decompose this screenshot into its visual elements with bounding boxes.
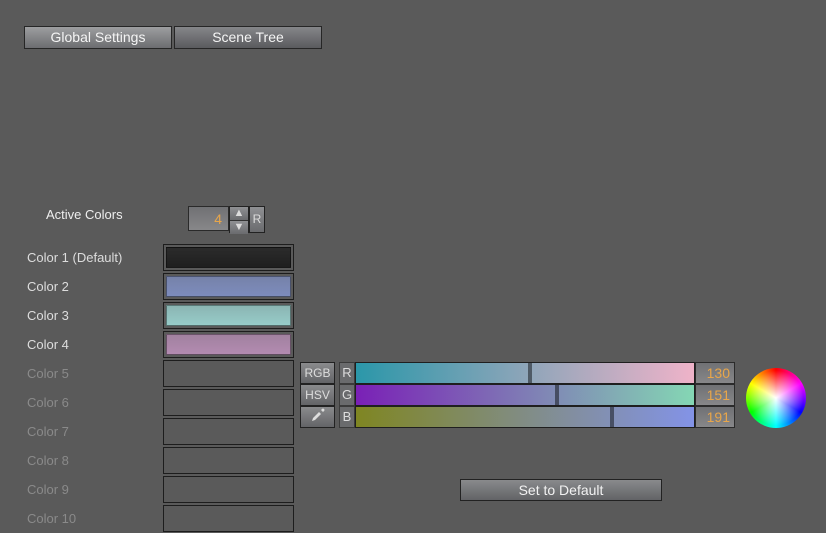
channel-value-input[interactable]: 151 bbox=[695, 384, 735, 406]
color-row: Color 7 bbox=[25, 417, 294, 446]
color-label: Color 6 bbox=[25, 395, 163, 410]
set-to-default-button[interactable]: Set to Default bbox=[460, 479, 662, 501]
color-swatch[interactable] bbox=[163, 302, 294, 329]
slider-thumb[interactable] bbox=[610, 407, 614, 427]
color-label: Color 8 bbox=[25, 453, 163, 468]
active-colors-label: Active Colors bbox=[46, 207, 123, 222]
rgb-mode-button[interactable]: RGB bbox=[300, 362, 335, 384]
color-label: Color 3 bbox=[25, 308, 163, 323]
color-row: Color 10 bbox=[25, 504, 294, 533]
tab-global-settings[interactable]: Global Settings bbox=[24, 26, 172, 49]
channel-value-input[interactable]: 191 bbox=[695, 406, 735, 428]
color-label: Color 9 bbox=[25, 482, 163, 497]
color-swatch bbox=[163, 418, 294, 445]
channel-row-r: R 130 bbox=[339, 362, 735, 384]
color-swatch-fill bbox=[166, 247, 291, 268]
color-swatch bbox=[163, 505, 294, 532]
color-swatch bbox=[163, 476, 294, 503]
color-swatch[interactable] bbox=[163, 331, 294, 358]
channel-row-b: B 191 bbox=[339, 406, 735, 428]
hsv-mode-button[interactable]: HSV bbox=[300, 384, 335, 406]
color-swatch-fill bbox=[166, 276, 291, 297]
channel-value-input[interactable]: 130 bbox=[695, 362, 735, 384]
channel-label: G bbox=[339, 384, 355, 406]
color-row: Color 9 bbox=[25, 475, 294, 504]
color-row: Color 3 bbox=[25, 301, 294, 330]
color-list: Color 1 (Default) Color 2 Color 3 Color 4 Co… bbox=[25, 243, 294, 533]
color-label: Color 4 bbox=[25, 337, 163, 352]
tab-bar: Global SettingsScene Tree bbox=[24, 26, 322, 49]
color-label: Color 5 bbox=[25, 366, 163, 381]
color-row: Color 1 (Default) bbox=[25, 243, 294, 272]
color-row: Color 6 bbox=[25, 388, 294, 417]
mode-buttons: RGB HSV bbox=[300, 362, 335, 428]
color-label: Color 7 bbox=[25, 424, 163, 439]
slider-thumb[interactable] bbox=[555, 385, 559, 405]
active-colors-field: 4 ▲ ▼ R bbox=[188, 206, 265, 233]
eyedropper-icon bbox=[310, 407, 326, 423]
channel-label: R bbox=[339, 362, 355, 384]
spinner-down-icon[interactable]: ▼ bbox=[230, 221, 248, 234]
color-swatch-fill bbox=[166, 305, 291, 326]
channel-row-g: G 151 bbox=[339, 384, 735, 406]
channel-sliders: R 130 G 151 B 191 bbox=[339, 362, 735, 428]
channel-label: B bbox=[339, 406, 355, 428]
rgb-panel: RGB HSV R 130 G 151 B 191 bbox=[300, 362, 735, 428]
color-swatch bbox=[163, 447, 294, 474]
color-swatch[interactable] bbox=[163, 244, 294, 271]
color-row: Color 2 bbox=[25, 272, 294, 301]
color-row: Color 5 bbox=[25, 359, 294, 388]
active-colors-spinner: ▲ ▼ bbox=[229, 206, 249, 233]
spinner-up-icon[interactable]: ▲ bbox=[230, 207, 248, 221]
color-swatch-fill bbox=[166, 334, 291, 355]
color-row: Color 4 bbox=[25, 330, 294, 359]
tab-scene-tree[interactable]: Scene Tree bbox=[174, 26, 322, 49]
color-label: Color 1 (Default) bbox=[25, 250, 163, 265]
channel-slider[interactable] bbox=[355, 406, 695, 428]
channel-slider[interactable] bbox=[355, 384, 695, 406]
active-colors-reset-button[interactable]: R bbox=[249, 206, 265, 233]
color-label: Color 2 bbox=[25, 279, 163, 294]
active-colors-row: Active Colors bbox=[46, 207, 123, 222]
eyedropper-button[interactable] bbox=[300, 406, 335, 428]
channel-slider[interactable] bbox=[355, 362, 695, 384]
color-swatch bbox=[163, 389, 294, 416]
color-swatch bbox=[163, 360, 294, 387]
color-wheel[interactable] bbox=[746, 368, 806, 428]
color-row: Color 8 bbox=[25, 446, 294, 475]
slider-thumb[interactable] bbox=[528, 363, 532, 383]
active-colors-input[interactable]: 4 bbox=[188, 206, 229, 231]
color-swatch[interactable] bbox=[163, 273, 294, 300]
